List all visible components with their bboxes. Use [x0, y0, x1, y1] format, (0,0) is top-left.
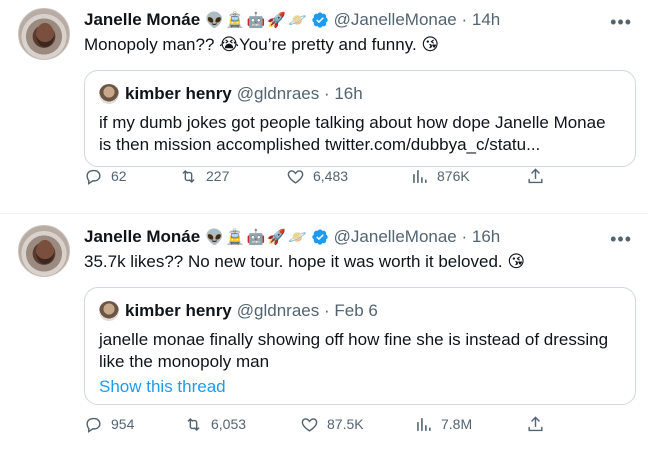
- robot-emoji: 🤖: [246, 229, 266, 246]
- like-button[interactable]: 87.5K: [300, 415, 364, 434]
- quote-text: if my dumb jokes got people talking abou…: [99, 113, 606, 154]
- quote-header: kimber henry @gldnraes · Feb 6: [99, 300, 621, 322]
- quote-author-name: kimber henry: [125, 301, 232, 320]
- heart-icon: [301, 417, 318, 432]
- like-button[interactable]: 6,483: [286, 167, 348, 186]
- author-avatar[interactable]: [18, 8, 70, 60]
- author-emojis: 👽 🚊 🤖 🚀 🪐: [205, 228, 306, 246]
- share-button[interactable]: [526, 415, 545, 434]
- alien-emoji: 👽: [205, 229, 224, 246]
- tweet-text: Monopoly man?? 😭You’re pretty and funny.…: [84, 35, 440, 54]
- author-handle[interactable]: @JanelleMonae · 14h: [334, 10, 501, 30]
- rocket-emoji: 🚀: [267, 229, 286, 246]
- alien-emoji: 👽: [205, 12, 224, 29]
- reply-count: 954: [111, 416, 135, 432]
- tweet-header: Janelle Monáe 👽 🚊 🤖 🚀 🪐 @JanelleMonae · …: [84, 8, 632, 32]
- quoted-tweet[interactable]: kimber henry @gldnraes · 16h if my dumb …: [84, 70, 636, 167]
- like-count: 87.5K: [327, 416, 364, 432]
- share-button[interactable]: [526, 167, 545, 186]
- author-handle[interactable]: @JanelleMonae · 16h: [334, 227, 501, 247]
- train-emoji: 🚊: [225, 12, 245, 29]
- retweet-button[interactable]: 227: [179, 167, 229, 186]
- tweet-header: Janelle Monáe 👽 🚊 🤖 🚀 🪐 @JanelleMonae · …: [84, 225, 632, 249]
- tweet[interactable]: Janelle Monáe 👽 🚊 🤖 🚀 🪐 @JanelleMonae · …: [0, 0, 648, 214]
- verified-badge-icon: [311, 11, 329, 29]
- quote-avatar: [99, 301, 119, 321]
- planet-emoji: 🪐: [287, 12, 307, 29]
- quote-text: janelle monae finally showing off how fi…: [99, 330, 609, 371]
- view-count: 7.8M: [441, 416, 473, 432]
- robot-emoji: 🤖: [246, 12, 266, 29]
- analytics-icon: [413, 169, 427, 183]
- quote-author-handle: @gldnraes · Feb 6: [236, 301, 378, 320]
- analytics-icon: [417, 417, 431, 431]
- more-dots-icon[interactable]: •••: [610, 229, 632, 250]
- quote-avatar: [99, 84, 119, 104]
- retweet-button[interactable]: 6,053: [184, 415, 246, 434]
- author-name[interactable]: Janelle Monáe: [84, 227, 200, 247]
- views-button[interactable]: 876K: [410, 167, 470, 186]
- quoted-tweet[interactable]: kimber henry @gldnraes · Feb 6 janelle m…: [84, 287, 636, 405]
- train-emoji: 🚊: [225, 229, 245, 246]
- retweet-icon: [187, 417, 200, 431]
- quote-author-handle: @gldnraes · 16h: [236, 84, 363, 103]
- show-thread-link[interactable]: Show this thread: [99, 377, 621, 397]
- reply-icon: [86, 169, 101, 185]
- author-name[interactable]: Janelle Monáe: [84, 10, 200, 30]
- share-icon: [528, 415, 543, 431]
- retweet-count: 6,053: [211, 416, 247, 432]
- tweet-text: 35.7k likes?? No new tour. hope it was w…: [84, 252, 526, 271]
- reply-button[interactable]: 62: [84, 167, 127, 186]
- heart-icon: [287, 169, 304, 184]
- reply-button[interactable]: 954: [84, 415, 134, 434]
- quote-author-name: kimber henry: [125, 84, 232, 103]
- tweet-time[interactable]: · 16h: [462, 227, 501, 246]
- reply-icon: [86, 417, 101, 433]
- share-icon: [528, 167, 543, 183]
- rocket-emoji: 🚀: [267, 12, 286, 29]
- retweet-count: 227: [206, 168, 230, 184]
- author-avatar[interactable]: [18, 225, 70, 277]
- verified-badge-icon: [311, 228, 329, 246]
- quote-header: kimber henry @gldnraes · 16h: [99, 83, 621, 105]
- author-emojis: 👽 🚊 🤖 🚀 🪐: [205, 11, 306, 29]
- like-count: 6,483: [313, 168, 349, 184]
- tweet-time[interactable]: · 14h: [462, 10, 501, 29]
- planet-emoji: 🪐: [287, 229, 307, 246]
- reply-count: 62: [111, 168, 127, 184]
- view-count: 876K: [437, 168, 470, 184]
- views-button[interactable]: 7.8M: [414, 415, 472, 434]
- retweet-icon: [182, 169, 195, 183]
- more-dots-icon[interactable]: •••: [610, 12, 632, 33]
